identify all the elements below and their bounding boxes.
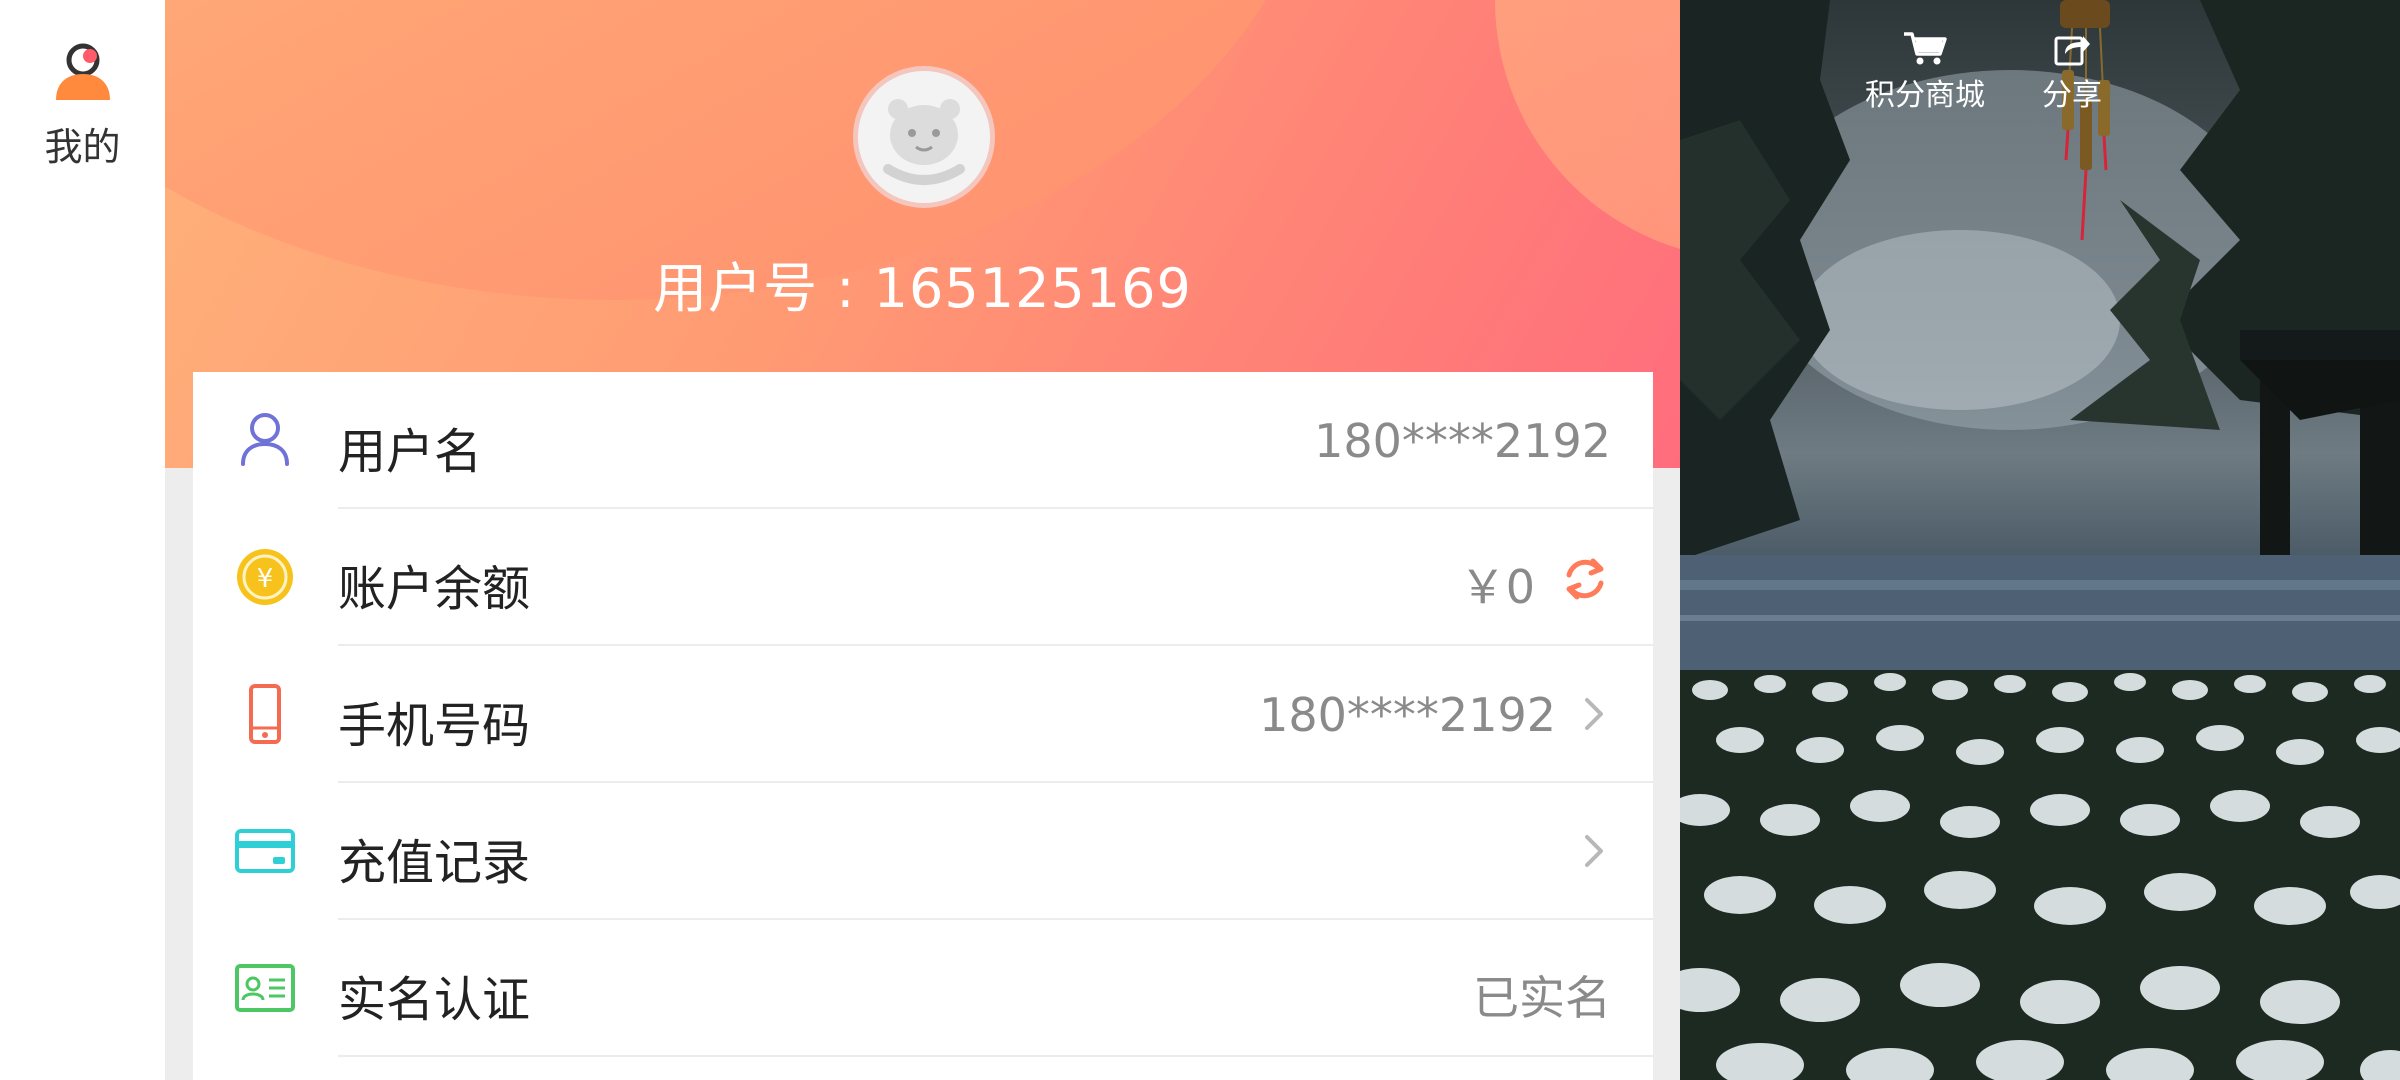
card-icon (235, 829, 295, 873)
divider (338, 1055, 1653, 1057)
row-recharge-history[interactable]: 充值记录 (193, 783, 1653, 920)
row-balance-label: 账户余额 (338, 561, 531, 617)
avatar[interactable] (853, 66, 995, 208)
account-info-card: 用户名 180****2192 ¥ 账户余额 ￥0 手机号码 180****21… (193, 372, 1653, 1080)
lily-field (1680, 673, 2400, 1080)
avatar-mascot-icon (858, 71, 990, 203)
row-phone[interactable]: 手机号码 180****2192 (193, 646, 1653, 783)
row-balance-value: ￥0 (1459, 560, 1535, 614)
chevron-right-icon (1585, 835, 1603, 867)
cart-icon (1904, 32, 1947, 65)
header-decoration-2 (1495, 0, 1680, 260)
profile-panel: 用户号 : 165125169 用户名 180****2192 ¥ 账户余额 ￥… (165, 0, 1680, 1080)
row-real-name-label: 实名认证 (338, 972, 531, 1028)
svg-text:¥: ¥ (257, 564, 274, 594)
row-real-name[interactable]: 实名认证 已实名 (193, 920, 1653, 1057)
share-button[interactable]: 分享 (2032, 30, 2112, 114)
row-username-label: 用户名 (338, 424, 483, 480)
person-icon (241, 413, 289, 466)
phone-icon (249, 684, 281, 744)
share-icon (2054, 36, 2090, 66)
row-username-value: 180****2192 (1314, 414, 1611, 468)
points-mall-label: 积分商城 (1865, 78, 1985, 113)
row-recharge-label: 充值记录 (338, 835, 531, 891)
chevron-right-icon (1585, 698, 1603, 730)
game-scene: 积分商城 分享 (1680, 0, 2400, 1080)
row-real-name-value: 已实名 (1473, 971, 1611, 1025)
row-phone-value: 180****2192 (1259, 688, 1556, 742)
scene-top-actions: 积分商城 分享 (1680, 30, 2400, 120)
row-username[interactable]: 用户名 180****2192 (193, 372, 1653, 509)
refresh-icon[interactable] (1559, 553, 1611, 605)
points-mall-button[interactable]: 积分商城 (1855, 30, 1995, 114)
rail-tab-label: 我的 (44, 125, 121, 169)
coin-yuan-icon: ¥ (237, 549, 293, 605)
rail-tab-mine[interactable]: 我的 (0, 20, 165, 190)
share-label: 分享 (2042, 78, 2102, 113)
user-icon (55, 43, 110, 100)
row-phone-label: 手机号码 (338, 698, 531, 754)
side-rail: 我的 (0, 0, 165, 1080)
user-id-text: 用户号 : 165125169 (653, 257, 1192, 320)
id-card-icon (235, 964, 295, 1012)
row-balance[interactable]: ¥ 账户余额 ￥0 (193, 509, 1653, 646)
